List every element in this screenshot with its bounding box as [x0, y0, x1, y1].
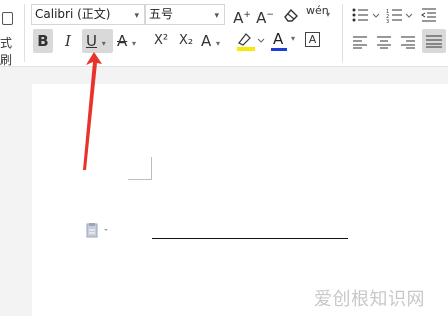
ribbon-toolbar: 式刷 Calibri (正文) ▾ 五号 ▾ A+ A− wén ▾ 1 2 3… — [0, 0, 448, 67]
align-right-button[interactable] — [400, 34, 416, 49]
paste-options-button[interactable] — [86, 222, 108, 238]
align-left-icon — [353, 36, 367, 49]
watermark: 爱创根知识网 — [314, 289, 425, 310]
text-effect-button[interactable]: A ▾ — [201, 29, 231, 53]
shrink-font-label: A — [256, 9, 267, 27]
strikethrough-button[interactable]: A ▾ — [117, 29, 147, 53]
clear-format-button[interactable] — [283, 7, 299, 23]
grow-font-label: A — [233, 9, 244, 27]
font-color-swatch — [271, 48, 287, 51]
separator — [24, 4, 25, 62]
superscript-button[interactable]: X² — [150, 29, 172, 53]
underlined-blank-text[interactable] — [152, 238, 348, 239]
font-name-select[interactable]: Calibri (正文) ▾ — [31, 4, 145, 25]
font-size-value: 五号 — [149, 7, 174, 21]
separator — [342, 4, 343, 62]
align-right-icon — [401, 36, 415, 49]
justify-button[interactable] — [422, 29, 446, 53]
font-size-select[interactable]: 五号 ▾ — [145, 4, 225, 25]
margin-corner-mark — [128, 179, 152, 180]
bullet-list-button[interactable] — [352, 7, 382, 23]
align-center-icon — [377, 36, 391, 49]
italic-label: I — [65, 32, 71, 50]
shrink-font-button[interactable]: A− — [255, 3, 275, 27]
chevron-down-icon: ▾ — [326, 10, 331, 19]
font-name-value: Calibri (正文) — [35, 7, 111, 21]
numbered-list-icon: 123 — [386, 9, 413, 25]
align-left-button[interactable] — [352, 34, 368, 49]
chevron-down-icon: ▾ — [134, 11, 139, 21]
grow-font-button[interactable]: A+ — [232, 3, 252, 27]
subscript-button[interactable]: X₂ — [175, 29, 197, 53]
font-color-button[interactable]: A ▾ — [270, 30, 300, 52]
chevron-down-icon: ▾ — [216, 39, 221, 48]
clipboard-icon — [86, 223, 108, 238]
strikethrough-label: A — [117, 32, 128, 50]
italic-button[interactable]: I — [58, 29, 78, 53]
red-arrow-annotation — [83, 52, 102, 170]
subscript-label: X₂ — [178, 33, 194, 48]
format-painter-button[interactable]: 式刷 — [0, 0, 20, 67]
highlight-button[interactable] — [236, 30, 266, 52]
chevron-down-icon: ▾ — [132, 39, 137, 48]
eraser-icon — [284, 8, 298, 22]
svg-text:3: 3 — [386, 19, 389, 23]
font-color-label: A — [273, 30, 284, 48]
bullet-list-icon — [352, 8, 380, 22]
decrease-indent-button[interactable] — [420, 7, 438, 23]
plus-icon: + — [243, 10, 251, 20]
margin-corner-mark — [151, 157, 152, 180]
bold-label: B — [37, 32, 49, 50]
bold-button[interactable]: B — [33, 29, 53, 53]
align-center-button[interactable] — [376, 34, 392, 49]
pinyin-guide-button[interactable]: wén ▾ — [306, 4, 334, 26]
minus-icon: − — [266, 10, 274, 20]
superscript-label: X² — [153, 33, 169, 48]
chevron-down-icon: ▾ — [214, 11, 219, 21]
chevron-down-icon: ▾ — [291, 34, 296, 43]
char-border-button[interactable]: A — [305, 32, 320, 47]
text-effect-label: A — [201, 32, 212, 50]
highlighter-icon — [237, 33, 265, 51]
justify-icon — [426, 35, 442, 48]
format-painter-label: 式刷 — [0, 36, 13, 67]
numbered-list-button[interactable]: 123 — [386, 7, 416, 25]
char-border-label: A — [308, 33, 317, 46]
indent-icon — [421, 8, 436, 22]
format-painter-icon — [2, 12, 13, 25]
